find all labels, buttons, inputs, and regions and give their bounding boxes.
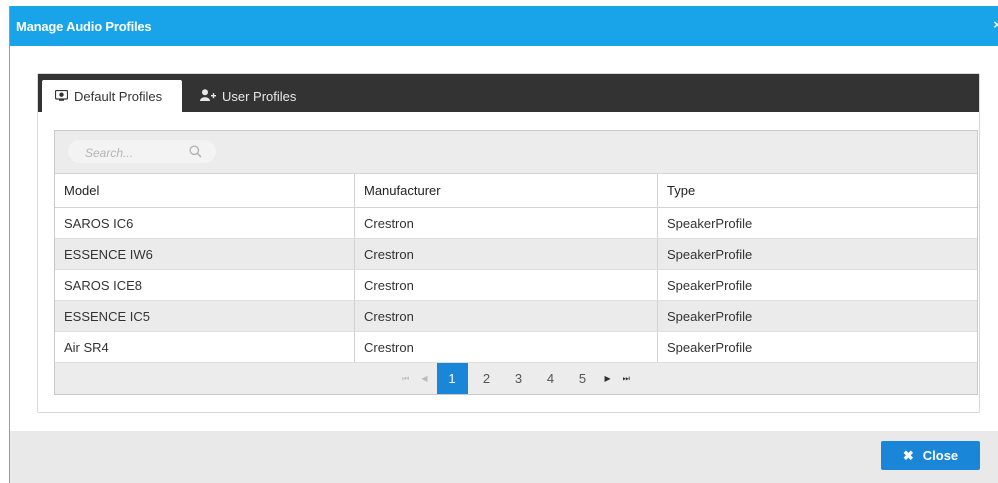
column-header-manufacturer[interactable]: Manufacturer [354, 174, 658, 208]
close-icon: ✖ [902, 447, 914, 463]
close-button[interactable]: ✖ Close [881, 441, 980, 470]
page-4-button[interactable]: 4 [540, 363, 562, 394]
table-row[interactable]: SAROS IC6 Crestron SpeakerProfile [55, 207, 977, 239]
pagination: ⏮ ◀ 1 2 3 4 5 ▶ ⏭ [55, 363, 977, 394]
table-row[interactable]: ESSENCE IC5 Crestron SpeakerProfile [55, 300, 977, 332]
previous-page-icon[interactable]: ◀ [421, 374, 427, 383]
table-header-row: Model Manufacturer Type [55, 174, 977, 208]
column-header-type[interactable]: Type [657, 174, 977, 208]
tab-bar: Default Profiles User Profiles [38, 74, 979, 112]
cell-model: ESSENCE IW6 [55, 238, 355, 270]
close-button-label: Close [922, 448, 959, 463]
search-icon[interactable] [189, 145, 202, 163]
column-header-model[interactable]: Model [55, 174, 355, 208]
search-box [67, 139, 217, 164]
cell-manufacturer: Crestron [354, 207, 658, 239]
tab-default-profiles[interactable]: Default Profiles [42, 80, 182, 112]
table-row[interactable]: Air SR4 Crestron SpeakerProfile [55, 331, 977, 363]
page-5-button[interactable]: 5 [572, 363, 594, 394]
cell-manufacturer: Crestron [354, 331, 658, 363]
last-page-icon[interactable]: ⏭ [623, 374, 630, 384]
grid-toolbar [55, 131, 977, 174]
profiles-panel: Default Profiles User Profiles Search...… [37, 73, 980, 413]
tab-user-profiles[interactable]: User Profiles [200, 80, 296, 112]
table-row[interactable]: SAROS ICE8 Crestron SpeakerProfile [55, 269, 977, 301]
tab-default-profiles-label: Default Profiles [74, 88, 163, 104]
manage-audio-profiles-dialog: Manage Audio Profiles × Default Profiles [9, 6, 998, 483]
close-x-icon[interactable]: × [993, 17, 998, 32]
search-input[interactable] [69, 141, 197, 164]
dialog-footer [10, 431, 998, 483]
next-page-icon[interactable]: ▶ [605, 374, 611, 383]
profiles-table: Model Manufacturer Type SAROS IC6 Crestr… [55, 174, 977, 363]
cell-manufacturer: Crestron [354, 269, 658, 301]
dialog-title: Manage Audio Profiles [16, 19, 152, 34]
cell-model: SAROS ICE8 [55, 269, 355, 301]
cell-type: SpeakerProfile [657, 300, 977, 332]
speaker-icon [54, 89, 69, 104]
table-row[interactable]: ESSENCE IW6 Crestron SpeakerProfile [55, 238, 977, 270]
cell-type: SpeakerProfile [657, 207, 977, 239]
page-1-button[interactable]: 1 [436, 363, 468, 394]
add-user-icon [200, 88, 216, 104]
first-page-icon[interactable]: ⏮ [402, 374, 409, 384]
cell-model: SAROS IC6 [55, 207, 355, 239]
cell-manufacturer: Crestron [354, 300, 658, 332]
cell-type: SpeakerProfile [657, 269, 977, 301]
cell-manufacturer: Crestron [354, 238, 658, 270]
dialog-titlebar: Manage Audio Profiles × [10, 6, 998, 46]
cell-model: ESSENCE IC5 [55, 300, 355, 332]
page-2-button[interactable]: 2 [476, 363, 498, 394]
page-3-button[interactable]: 3 [508, 363, 530, 394]
profiles-grid: Model Manufacturer Type SAROS IC6 Crestr… [54, 130, 978, 395]
cell-model: Air SR4 [55, 331, 355, 363]
cell-type: SpeakerProfile [657, 238, 977, 270]
cell-type: SpeakerProfile [657, 331, 977, 363]
tab-user-profiles-label: User Profiles [222, 88, 297, 104]
